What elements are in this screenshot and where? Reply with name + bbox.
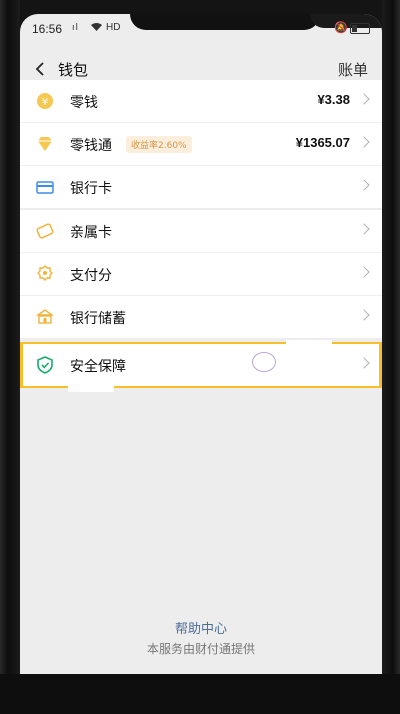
wifi-icon xyxy=(91,23,102,31)
wallet-screen: 16:56 ıl HD 🔕 钱包 账单 ¥ 零钱 ¥3.38 零钱通 收益率2.… xyxy=(20,14,382,674)
payment-score-label: 支付分 xyxy=(70,268,112,284)
bank-savings-label: 银行储蓄 xyxy=(70,311,126,327)
change-value: ¥3.38 xyxy=(317,92,350,107)
list-item-payment-score[interactable]: 支付分 xyxy=(20,253,382,296)
help-center-link[interactable]: 帮助中心 xyxy=(20,618,382,637)
wallet-group-main: ¥ 零钱 ¥3.38 零钱通 收益率2.60% ¥1365.07 银行卡 xyxy=(20,80,382,208)
change-plus-label: 零钱通 xyxy=(70,138,112,154)
chevron-right-icon xyxy=(358,179,370,191)
list-item-security[interactable]: 安全保障 xyxy=(20,344,382,386)
bank-card-icon xyxy=(36,181,54,194)
network-type: HD xyxy=(106,22,121,33)
family-card-icon xyxy=(36,223,54,239)
bank-card-label: 银行卡 xyxy=(70,181,112,197)
highlight-gap xyxy=(286,340,332,348)
list-item-family-card[interactable]: 亲属卡 xyxy=(20,210,382,253)
chevron-right-icon xyxy=(358,309,370,321)
svg-text:¥: ¥ xyxy=(42,97,48,108)
page-title: 钱包 xyxy=(58,61,89,79)
list-item-bank-card[interactable]: 银行卡 xyxy=(20,166,382,208)
family-card-label: 亲属卡 xyxy=(70,225,112,241)
phone-bezel-bottom xyxy=(0,674,400,714)
change-label: 零钱 xyxy=(70,95,98,111)
chevron-right-icon xyxy=(358,223,370,235)
phone-bezel-right xyxy=(382,0,400,714)
highlight-gap xyxy=(68,384,114,392)
mute-icon: 🔕 xyxy=(334,21,348,34)
list-item-bank-savings[interactable]: 银行储蓄 xyxy=(20,296,382,338)
phone-bezel-left xyxy=(0,0,20,714)
status-time: 16:56 xyxy=(32,22,63,36)
list-item-change-plus[interactable]: 零钱通 收益率2.60% ¥1365.07 xyxy=(20,123,382,166)
shield-icon xyxy=(37,356,53,374)
yield-badge: 收益率2.60% xyxy=(126,136,192,153)
battery-icon xyxy=(350,23,370,34)
wallet-group-services: 亲属卡 支付分 银行储蓄 xyxy=(20,210,382,338)
diamond-icon xyxy=(38,137,52,151)
list-item-change[interactable]: ¥ 零钱 ¥3.38 xyxy=(20,80,382,123)
bill-button[interactable]: 账单 xyxy=(338,59,368,80)
bank-savings-icon xyxy=(36,309,54,324)
chevron-right-icon xyxy=(358,136,370,148)
payment-score-icon xyxy=(37,265,53,281)
change-plus-value: ¥1365.07 xyxy=(295,135,350,150)
chevron-right-icon xyxy=(358,357,370,369)
chevron-right-icon xyxy=(358,266,370,278)
signal-icon: ıl xyxy=(72,23,80,33)
status-bar: 16:56 ıl HD 🔕 xyxy=(20,14,382,44)
security-label: 安全保障 xyxy=(70,359,126,375)
chevron-right-icon xyxy=(358,93,370,105)
tap-indicator xyxy=(252,352,276,372)
back-icon[interactable] xyxy=(30,58,52,80)
provider-text: 本服务由财付通提供 xyxy=(146,642,255,656)
coin-icon: ¥ xyxy=(37,93,53,109)
